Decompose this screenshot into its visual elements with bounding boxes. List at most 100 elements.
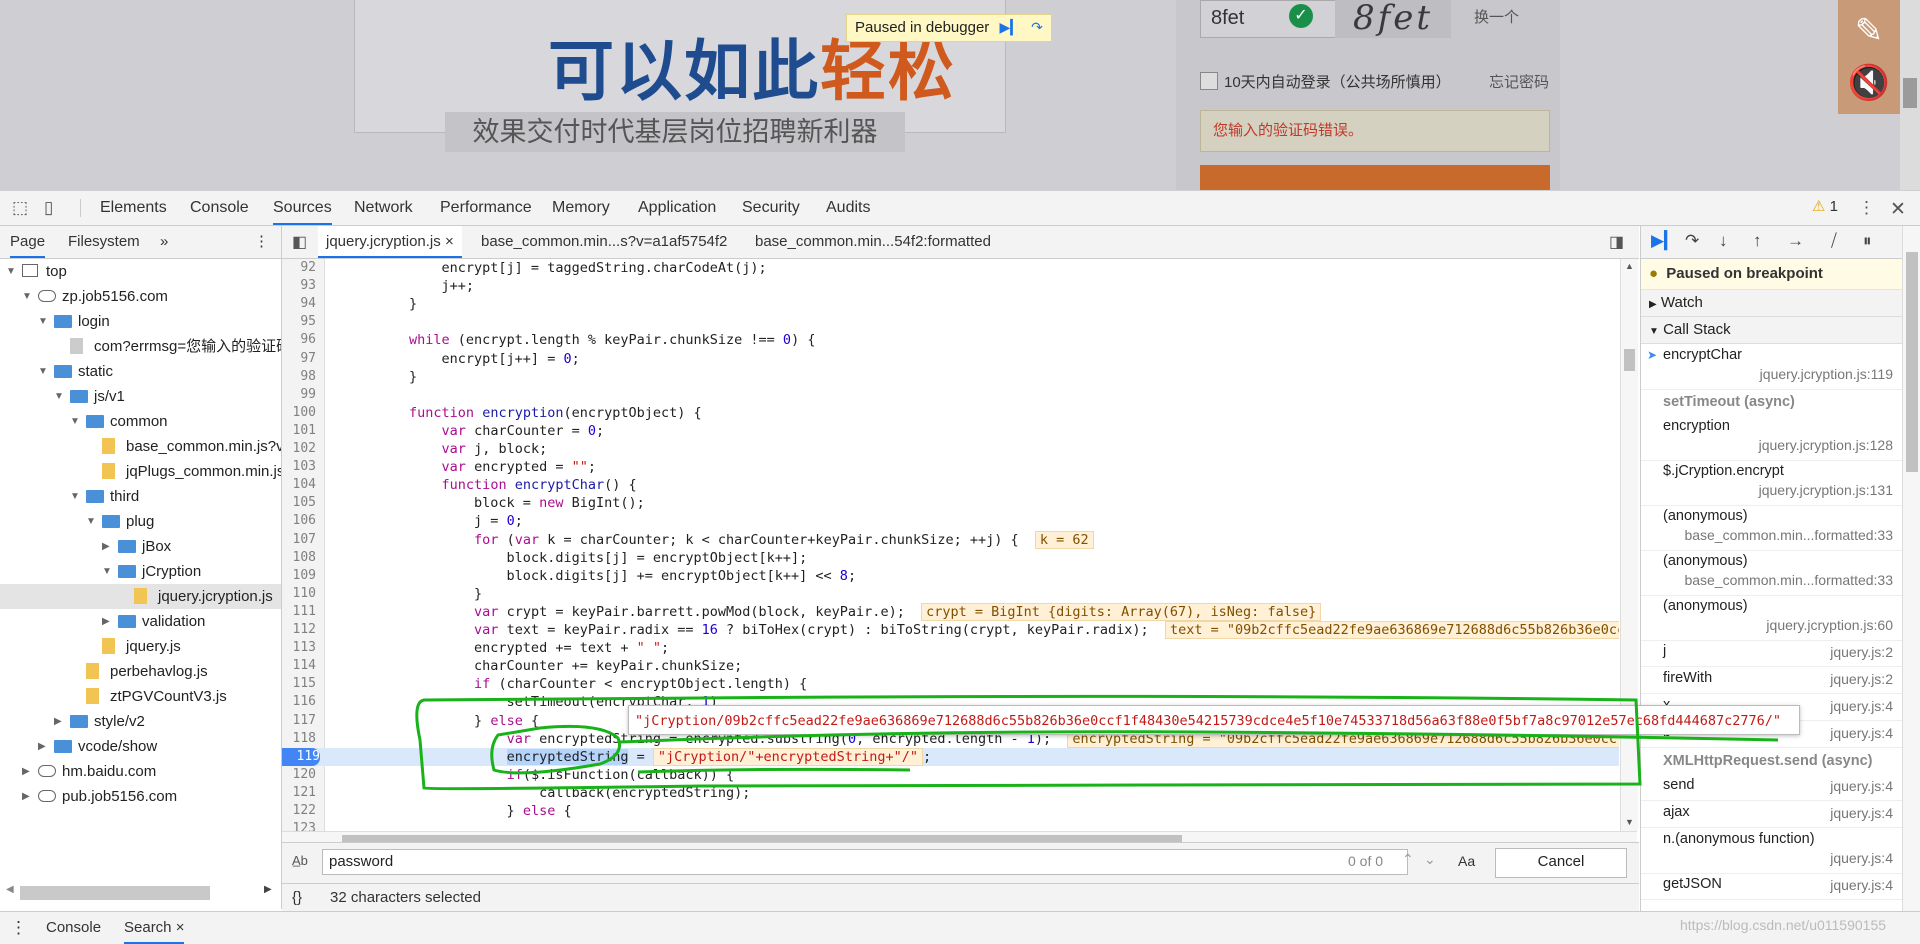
tree-item[interactable]: ztPGVCountV3.js: [0, 684, 281, 709]
page-scrollbar[interactable]: [1900, 0, 1920, 190]
call-frame[interactable]: fireWith jquery.js:2: [1641, 667, 1903, 694]
frame-location[interactable]: base_common.min...formatted:33: [1684, 572, 1893, 588]
code-line[interactable]: 93 j++;: [282, 277, 1619, 295]
captcha-image[interactable]: 8fet: [1335, 0, 1451, 38]
editor-vertical-scrollbar[interactable]: ▲ ▼: [1620, 259, 1638, 831]
tree-item[interactable]: ▼ static: [0, 359, 281, 384]
device-toolbar-icon[interactable]: ▯: [44, 198, 53, 218]
navigator-scrollbar[interactable]: [20, 886, 210, 900]
step-over-icon[interactable]: ↷: [1685, 231, 1699, 251]
tree-item[interactable]: ▼ jCryption: [0, 559, 281, 584]
line-number[interactable]: 104: [282, 476, 316, 494]
navigator-menu-icon[interactable]: ⋮: [254, 226, 269, 258]
next-match-icon[interactable]: ⌄: [1424, 851, 1436, 868]
line-number[interactable]: 109: [282, 567, 316, 585]
expand-icon[interactable]: ▶: [54, 709, 62, 734]
collapse-icon[interactable]: ▼: [38, 359, 48, 384]
match-case-toggle[interactable]: Aa: [1458, 853, 1475, 869]
close-tab-icon[interactable]: ×: [445, 233, 454, 250]
toggle-navigator-icon[interactable]: ◧: [292, 232, 307, 252]
collapse-icon[interactable]: ▼: [6, 259, 16, 284]
frame-location[interactable]: jquery.jcryption.js:119: [1760, 366, 1893, 382]
line-number[interactable]: 100: [282, 404, 316, 422]
call-frame[interactable]: $.jCryption.encrypt jquery.jcryption.js:1…: [1641, 460, 1903, 506]
collapse-icon[interactable]: ▼: [86, 509, 96, 534]
search-input[interactable]: password: [322, 849, 1408, 875]
line-number[interactable]: 105: [282, 494, 316, 512]
collapse-icon[interactable]: ▼: [70, 409, 80, 434]
tab-application[interactable]: Application: [638, 191, 716, 225]
code-line[interactable]: 121 callback(encryptedString);: [282, 784, 1619, 802]
inspect-element-icon[interactable]: ⬚: [12, 198, 28, 218]
tree-item[interactable]: ▼ plug: [0, 509, 281, 534]
scroll-up-icon[interactable]: ▲: [1625, 261, 1634, 271]
change-captcha-link[interactable]: 换一个: [1474, 6, 1519, 27]
more-options-icon[interactable]: ⋮: [1858, 198, 1875, 218]
code-line[interactable]: 105 block = new BigInt();: [282, 494, 1619, 512]
tab-console[interactable]: Console: [190, 191, 249, 225]
frame-location[interactable]: jquery.js:4: [1830, 805, 1893, 821]
step-over-icon[interactable]: ↷: [1031, 15, 1043, 40]
code-line[interactable]: 97 encrypt[j++] = 0;: [282, 350, 1619, 368]
line-number[interactable]: 117: [282, 712, 316, 730]
breakpoint-line[interactable]: 119 encryptedString = "jCryption/"+encry…: [282, 747, 1619, 766]
code-line[interactable]: 115 if (charCounter < encryptObject.leng…: [282, 675, 1619, 693]
tab-audits[interactable]: Audits: [826, 191, 870, 225]
code-line[interactable]: 110 }: [282, 585, 1619, 603]
scroll-down-icon[interactable]: ▼: [1625, 817, 1634, 827]
close-devtools-icon[interactable]: ✕: [1890, 198, 1906, 221]
drawer-tab-console[interactable]: Console: [46, 912, 101, 944]
tab-sources[interactable]: Sources: [273, 191, 332, 225]
pause-on-exceptions-icon[interactable]: ⏸: [1863, 231, 1872, 251]
tree-item[interactable]: ▼ zp.job5156.com: [0, 284, 281, 309]
collapse-icon[interactable]: ▼: [54, 384, 64, 409]
line-number[interactable]: 120: [282, 766, 316, 784]
tree-item[interactable]: ▶ jBox: [0, 534, 281, 559]
frame-location[interactable]: base_common.min...formatted:33: [1684, 527, 1893, 543]
resume-script-icon[interactable]: ▶▎: [1651, 231, 1677, 251]
code-line[interactable]: 103 var encrypted = "";: [282, 458, 1619, 476]
close-drawer-tab-icon[interactable]: ×: [176, 919, 185, 936]
deactivate-breakpoints-icon[interactable]: ⧸: [1831, 231, 1837, 251]
line-number[interactable]: 116: [282, 693, 316, 711]
watch-section[interactable]: ▶ Watch: [1641, 290, 1903, 317]
expand-icon[interactable]: ▶: [22, 759, 30, 784]
tree-item[interactable]: ▶ style/v2: [0, 709, 281, 734]
line-number[interactable]: 118: [282, 730, 316, 748]
scroll-right-icon[interactable]: ▶: [264, 884, 272, 895]
call-frame[interactable]: (anonymous) jquery.jcryption.js:60: [1641, 595, 1903, 641]
expand-icon[interactable]: ▶: [22, 784, 30, 809]
line-number[interactable]: 113: [282, 639, 316, 657]
code-line[interactable]: 111 var crypt = keyPair.barrett.powMod(b…: [282, 602, 1619, 621]
debugger-scrollbar[interactable]: [1902, 226, 1920, 911]
code-line[interactable]: 122 } else {: [282, 802, 1619, 820]
collapse-icon[interactable]: ▼: [38, 309, 48, 334]
tree-item[interactable]: ▼ third: [0, 484, 281, 509]
line-number[interactable]: 114: [282, 657, 316, 675]
line-number[interactable]: 106: [282, 512, 316, 530]
frame-location[interactable]: jquery.js:4: [1830, 850, 1893, 866]
code-line[interactable]: 102 var j, block;: [282, 440, 1619, 458]
code-line[interactable]: 120 if($.isFunction(callback)) {: [282, 766, 1619, 784]
step-icon[interactable]: →: [1787, 231, 1804, 251]
call-frame[interactable]: ➤ encryptChar jquery.jcryption.js:119: [1641, 344, 1903, 390]
expand-icon[interactable]: ▶: [102, 609, 110, 634]
tree-item[interactable]: ▶ hm.baidu.com: [0, 759, 281, 784]
tab-elements[interactable]: Elements: [100, 191, 167, 225]
frame-location[interactable]: jquery.js:2: [1830, 671, 1893, 687]
call-frame[interactable]: j jquery.js:2: [1641, 640, 1903, 667]
code-line[interactable]: 99: [282, 386, 1619, 404]
tree-item[interactable]: jquery.jcryption.js: [0, 584, 281, 609]
login-button[interactable]: [1200, 165, 1550, 190]
captcha-input[interactable]: 8fet: [1200, 0, 1348, 38]
mute-icon[interactable]: 🔇: [1838, 52, 1900, 114]
call-frame[interactable]: (anonymous) base_common.min...formatted:3…: [1641, 505, 1903, 551]
warning-counter[interactable]: ⚠ 1: [1812, 197, 1838, 215]
line-number[interactable]: 110: [282, 585, 316, 603]
tab-security[interactable]: Security: [742, 191, 800, 225]
code-line[interactable]: 94 }: [282, 295, 1619, 313]
line-number[interactable]: 97: [282, 350, 316, 368]
call-frame[interactable]: send jquery.js:4: [1641, 774, 1903, 801]
editor-tab-base-common[interactable]: base_common.min...s?v=a1af5754f2: [481, 226, 727, 258]
collapse-icon[interactable]: ▼: [102, 559, 112, 584]
